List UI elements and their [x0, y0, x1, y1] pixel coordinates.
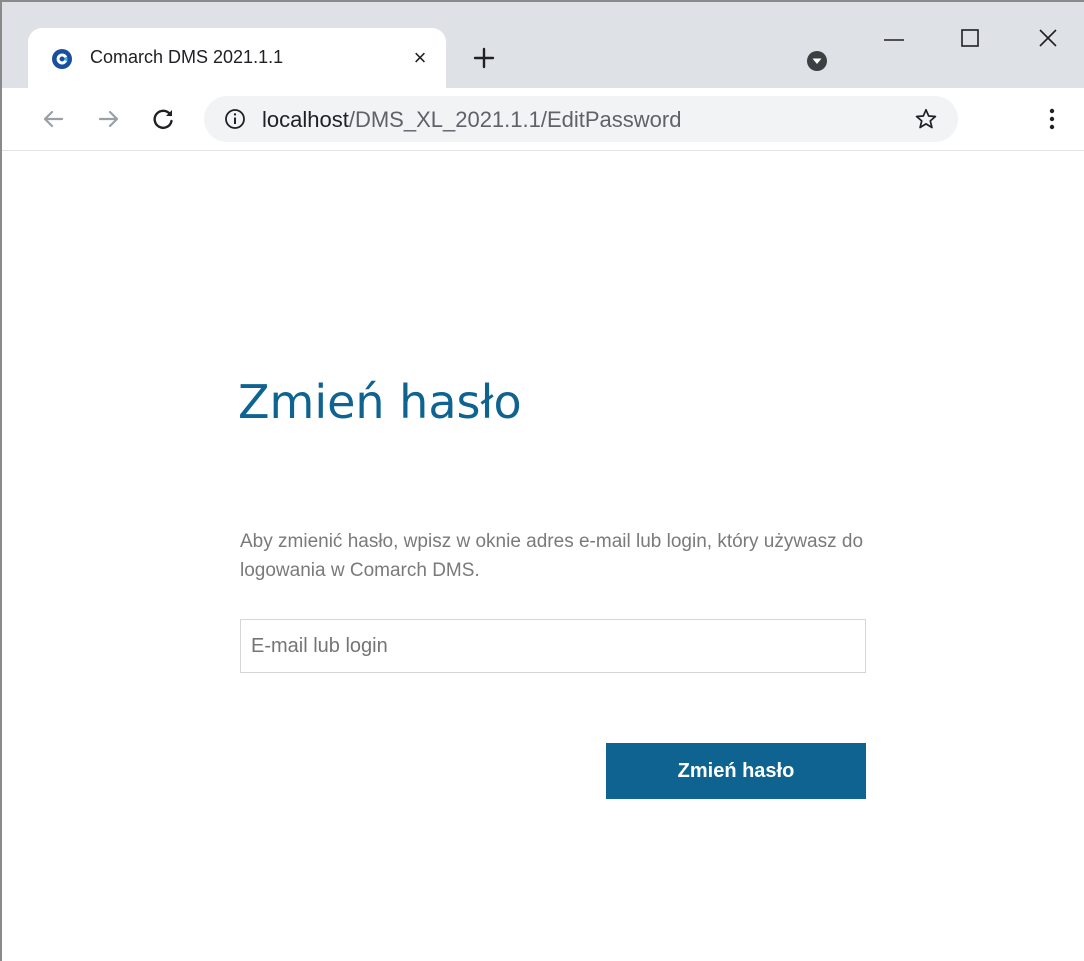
star-icon[interactable]: [914, 107, 938, 131]
browser-toolbar: localhost/DMS_XL_2021.1.1/EditPassword: [2, 88, 1084, 151]
comarch-logo-icon: [52, 49, 72, 69]
tab-strip: Comarch DMS 2021.1.1 ×: [2, 2, 1084, 88]
instructions-text: Aby zmienić hasło, wpisz w oknie adres e…: [240, 531, 864, 581]
maximize-icon[interactable]: [950, 22, 990, 58]
page-content: Zmień hasło Aby zmienić hasło, wpisz w o…: [2, 151, 1084, 961]
tab-title: Comarch DMS 2021.1.1: [90, 47, 284, 67]
browser-window: Comarch DMS 2021.1.1 × localhost/DMS_XL_…: [0, 0, 1084, 961]
forward-arrow-icon[interactable]: [94, 104, 124, 134]
back-arrow-icon[interactable]: [38, 104, 68, 134]
plus-icon[interactable]: [468, 42, 500, 74]
close-icon[interactable]: [1028, 22, 1068, 58]
tab-close-button[interactable]: ×: [406, 44, 434, 72]
minimize-icon[interactable]: [874, 22, 914, 58]
email-or-login-input[interactable]: [240, 619, 866, 673]
change-password-button[interactable]: Zmień hasło: [606, 743, 866, 799]
info-icon[interactable]: [224, 108, 246, 130]
address-bar[interactable]: localhost/DMS_XL_2021.1.1/EditPassword: [204, 96, 958, 142]
url-text[interactable]: localhost/DMS_XL_2021.1.1/EditPassword: [262, 107, 681, 133]
tab-comarch-dms[interactable]: Comarch DMS 2021.1.1 ×: [28, 28, 446, 88]
reload-icon[interactable]: [148, 104, 178, 134]
kebab-menu-icon[interactable]: [1040, 106, 1064, 132]
url-host: localhost: [262, 107, 349, 132]
page-title: Zmień hasło: [238, 375, 522, 429]
url-path: /DMS_XL_2021.1.1/EditPassword: [348, 107, 682, 132]
profile-dropdown-icon[interactable]: [806, 50, 828, 72]
